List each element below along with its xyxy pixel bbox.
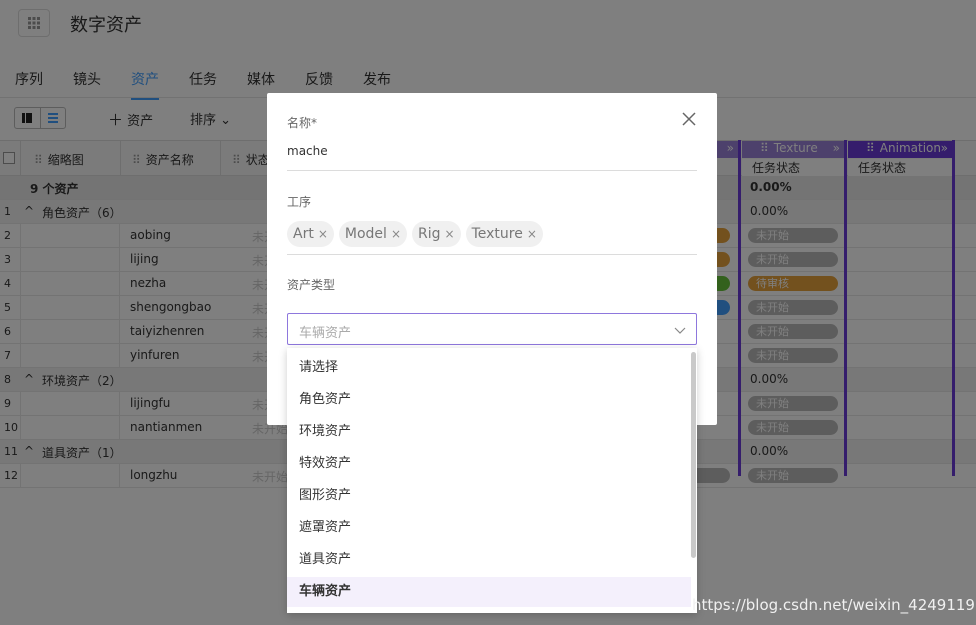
asset-type-dropdown: 请选择 角色资产 环境资产 特效资产 图形资产 遮罩资产 道具资产 车辆资产 (287, 348, 697, 613)
remove-tag-icon[interactable]: × (391, 227, 401, 241)
watermark: https://blog.csdn.net/weixin_42491193 (692, 596, 976, 614)
dropdown-option-selected[interactable]: 车辆资产 (287, 577, 691, 607)
name-input[interactable]: mache (287, 144, 328, 158)
process-underline (287, 254, 697, 255)
dropdown-option[interactable]: 图形资产 (287, 481, 691, 511)
dropdown-option[interactable]: 环境资产 (287, 417, 691, 447)
process-tag[interactable]: Rig × (412, 221, 461, 247)
dropdown-option[interactable]: 遮罩资产 (287, 513, 691, 543)
dropdown-scrollbar[interactable] (691, 352, 696, 558)
name-label: 名称* (287, 116, 318, 130)
name-underline (287, 170, 697, 171)
process-tag[interactable]: Art × (287, 221, 334, 247)
dropdown-option[interactable]: 特效资产 (287, 449, 691, 479)
close-icon[interactable] (681, 111, 697, 127)
dropdown-option[interactable]: 道具资产 (287, 545, 691, 575)
remove-tag-icon[interactable]: × (318, 227, 328, 241)
asset-type-label: 资产类型 (287, 278, 336, 292)
remove-tag-icon[interactable]: × (445, 227, 455, 241)
chevron-down-icon (674, 327, 686, 334)
remove-tag-icon[interactable]: × (527, 227, 537, 241)
process-label: 工序 (287, 195, 312, 209)
process-tag[interactable]: Model × (338, 221, 407, 247)
process-tag-input[interactable]: Art × Model × Rig × Texture × (287, 221, 543, 247)
process-tag[interactable]: Texture × (465, 221, 543, 247)
asset-type-select[interactable]: 车辆资产 (287, 313, 697, 345)
dropdown-option[interactable]: 角色资产 (287, 385, 691, 415)
dropdown-option[interactable]: 请选择 (287, 353, 691, 383)
